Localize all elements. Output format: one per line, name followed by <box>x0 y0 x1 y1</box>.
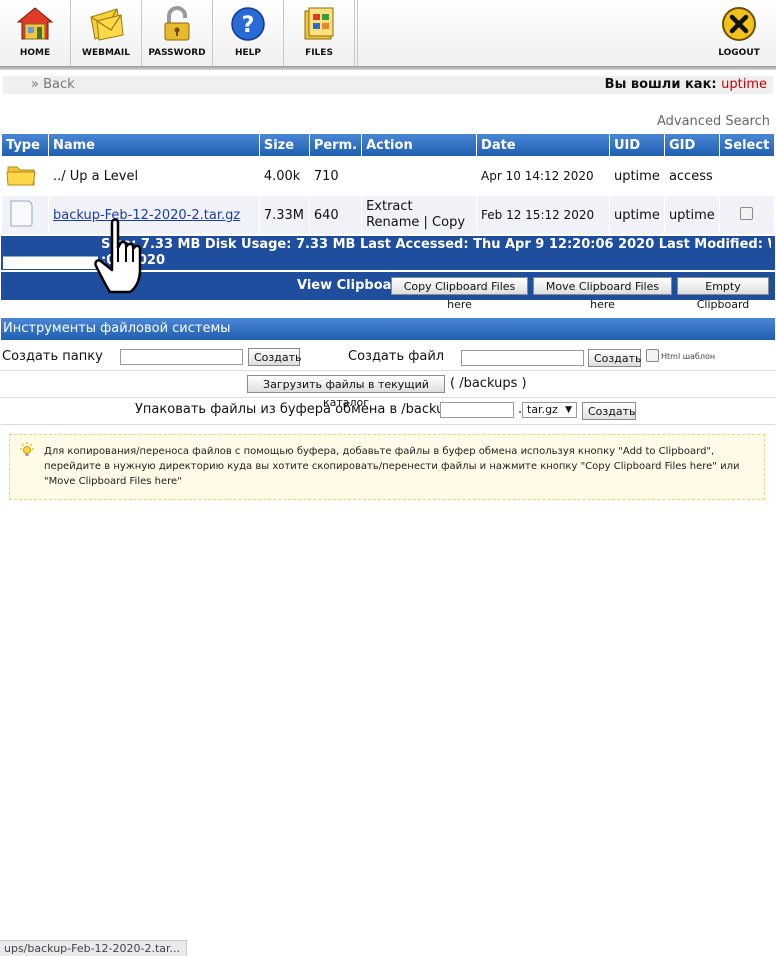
archive-format-value: tar.gz <box>527 403 558 416</box>
nav-help[interactable]: ? HELP <box>213 0 284 66</box>
back-link[interactable]: » Back <box>31 77 75 92</box>
nav-webmail[interactable]: WEBMAIL <box>71 0 142 66</box>
html-template-checkbox[interactable] <box>646 349 659 362</box>
nav-files[interactable]: FILES <box>284 0 355 66</box>
folder-icon[interactable] <box>6 161 36 187</box>
separator <box>1 370 775 371</box>
column-header-select: Select <box>719 134 774 156</box>
date-cell: Apr 10 14:12 2020 <box>477 157 609 195</box>
size-cell: 4.00k <box>259 157 309 195</box>
nav-password[interactable]: PASSWORD <box>142 0 213 66</box>
archive-format-select[interactable]: tar.gz ▼ <box>522 402 577 418</box>
column-header-action: Action <box>362 134 477 156</box>
nav-files-label: FILES <box>305 48 333 58</box>
uid-cell: uptime <box>609 157 664 195</box>
svg-text:?: ? <box>242 13 255 38</box>
breadcrumb-bar: » Back Вы вошли как: uptime <box>3 76 773 94</box>
perm-cell[interactable]: 710 <box>309 157 362 195</box>
lightbulb-icon <box>20 442 34 456</box>
empty-clipboard-button[interactable]: Empty Clipboard <box>677 277 769 311</box>
nav-password-label: PASSWORD <box>148 48 206 58</box>
hand-cursor-icon <box>94 218 142 294</box>
name-cell[interactable]: ../ Up a Level <box>48 157 259 195</box>
column-header-size[interactable]: Size <box>259 134 309 156</box>
status-bar-inset <box>3 256 98 269</box>
fs-tools-title: Инструменты файловой системы <box>3 321 231 336</box>
column-header-gid[interactable]: GID <box>664 134 719 156</box>
html-template-label: Html шаблон <box>661 352 716 361</box>
table-header-row: Type Name Size Perm. Action Date UID GID… <box>2 134 774 156</box>
help-icon: ? <box>231 7 265 41</box>
file-status-line-2: :05 2020 <box>101 253 165 268</box>
column-header-perm[interactable]: Perm. <box>309 134 362 156</box>
table-row: ../ Up a Level 4.00k 710 Apr 10 14:12 20… <box>2 157 774 195</box>
gid-cell: access <box>664 157 719 195</box>
nav-help-label: HELP <box>234 48 261 58</box>
create-file-input[interactable] <box>461 350 584 366</box>
create-folder-button[interactable]: Создать <box>248 348 302 366</box>
perm-cell[interactable]: 640 <box>309 196 362 234</box>
upload-files-button[interactable]: Загрузить файлы в текущий каталог <box>247 375 445 409</box>
logout-icon <box>722 7 756 41</box>
create-file-label: Создать файл <box>348 349 445 364</box>
action-cell <box>362 157 477 195</box>
nav-logout[interactable]: LOGOUT <box>704 0 774 66</box>
select-cell <box>719 157 774 195</box>
separator <box>1 397 775 398</box>
fs-tools-header: Инструменты файловой системы <box>1 318 775 340</box>
date-cell: Feb 12 15:12 2020 <box>477 196 609 234</box>
pack-files-label: Упаковать файлы из буфера обмена в /back… <box>135 402 464 417</box>
logged-in-label: Вы вошли как: <box>604 77 717 92</box>
up-level-link[interactable]: ../ Up a Level <box>53 169 138 184</box>
size-cell: 7.33M <box>259 196 309 234</box>
create-folder-label: Создать папку <box>2 349 103 364</box>
create-folder-input[interactable] <box>120 349 243 365</box>
clipboard-help-note: Для копирования/переноса файлов с помощь… <box>9 434 765 500</box>
file-status-line-1: Size: 7.33 MB Disk Usage: 7.33 MB Last A… <box>101 237 771 252</box>
file-icon[interactable] <box>6 198 36 228</box>
upload-path-text: ( /backups ) <box>450 376 527 391</box>
top-navigation: HOME WEBMAIL PASSWORD ? HELP FILES LOGOU… <box>0 0 776 68</box>
extract-link[interactable]: Extract <box>366 199 472 215</box>
nav-logout-label: LOGOUT <box>718 48 760 58</box>
uid-cell: uptime <box>609 196 664 234</box>
browser-status-url: ups/backup-Feb-12-2020-2.tar... <box>0 940 188 956</box>
clipboard-help-text: Для копирования/переноса файлов с помощь… <box>44 446 740 487</box>
rename-copy-links[interactable]: Rename | Copy <box>366 215 472 231</box>
home-icon <box>16 7 54 40</box>
type-cell <box>2 157 48 195</box>
chevron-down-icon: ▼ <box>565 405 572 415</box>
logged-in-info: Вы вошли как: uptime <box>605 77 767 92</box>
nav-divider-line <box>0 66 776 70</box>
gid-cell: uptime <box>664 196 719 234</box>
action-cell: Extract Rename | Copy <box>362 196 477 234</box>
envelope-icon <box>90 8 124 41</box>
column-header-date[interactable]: Date <box>477 134 609 156</box>
select-checkbox[interactable] <box>740 206 754 220</box>
padlock-icon <box>164 6 190 41</box>
column-header-uid[interactable]: UID <box>609 134 664 156</box>
column-header-name[interactable]: Name <box>48 134 259 156</box>
copy-clipboard-files-button[interactable]: Copy Clipboard Files here <box>391 277 528 311</box>
nav-home[interactable]: HOME <box>0 0 71 66</box>
username: uptime <box>721 77 767 92</box>
nav-divider <box>356 0 358 66</box>
archive-name-input[interactable] <box>440 402 514 418</box>
separator <box>1 424 775 425</box>
file-status-text: Size: 7.33 MB Disk Usage: 7.33 MB Last A… <box>101 237 771 269</box>
nav-webmail-label: WEBMAIL <box>82 48 130 58</box>
nav-home-label: HOME <box>19 48 51 58</box>
select-cell <box>719 196 774 234</box>
create-file-button[interactable]: Создать <box>588 349 642 367</box>
move-clipboard-files-button[interactable]: Move Clipboard Files here <box>533 277 672 311</box>
type-cell <box>2 196 48 234</box>
column-header-type[interactable]: Type <box>2 134 48 156</box>
pack-files-button[interactable]: Создать <box>582 402 636 420</box>
files-icon <box>304 7 334 40</box>
advanced-search-link[interactable]: Advanced Search <box>657 114 770 129</box>
